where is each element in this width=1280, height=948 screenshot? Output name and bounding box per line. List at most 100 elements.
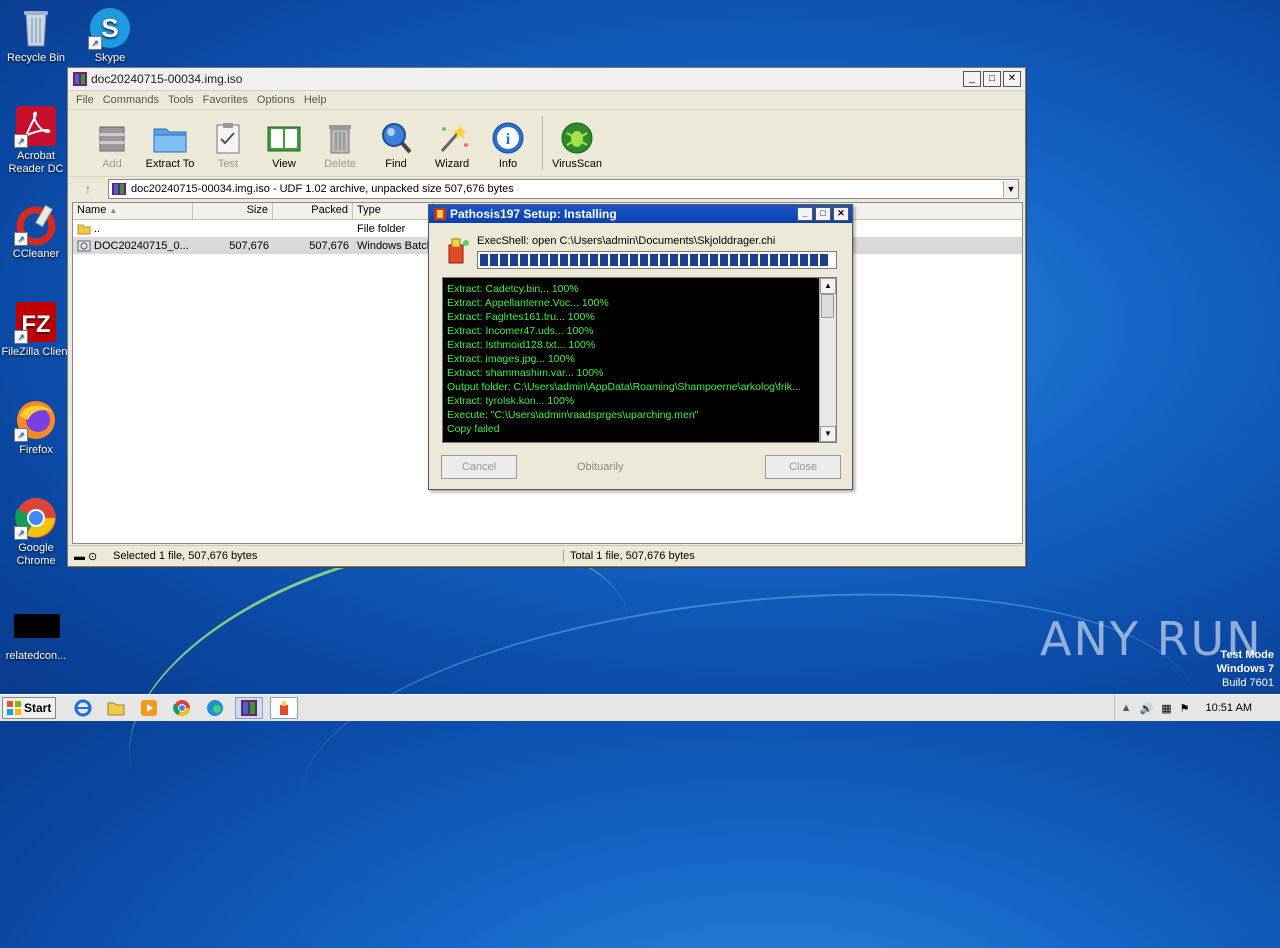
trash-icon xyxy=(322,121,358,155)
desktop-icon-chrome[interactable]: ↗ Google Chrome xyxy=(0,496,72,568)
delete-button[interactable]: Delete xyxy=(312,121,368,170)
column-header-type[interactable]: Type xyxy=(353,203,433,219)
test-clipboard-icon xyxy=(210,121,246,155)
menu-commands[interactable]: Commands xyxy=(103,94,159,106)
cancel-button[interactable]: Cancel xyxy=(441,455,517,479)
chrome-icon: ↗ xyxy=(14,496,58,540)
status-right-text: Total 1 file, 507,676 bytes xyxy=(570,550,695,562)
taskbar-chrome-icon[interactable] xyxy=(169,698,195,718)
menu-favorites[interactable]: Favorites xyxy=(203,94,248,106)
close-button[interactable]: ✕ xyxy=(833,207,849,221)
close-button[interactable]: ✕ xyxy=(1003,71,1021,87)
progress-segment xyxy=(520,254,528,266)
desktop-icon-recycle-bin[interactable]: Recycle Bin xyxy=(0,6,72,65)
start-label: Start xyxy=(24,701,52,715)
progress-segment xyxy=(570,254,578,266)
start-button[interactable]: Start xyxy=(2,697,56,719)
installer-titlebar[interactable]: Pathosis197 Setup: Installing _ □ ✕ xyxy=(429,205,852,223)
toolbar-label: Info xyxy=(498,158,518,170)
exec-status-text: ExecShell: open C:\Users\admin\Documents… xyxy=(477,235,776,247)
progress-segment xyxy=(530,254,538,266)
up-arrow-icon[interactable]: ↑ xyxy=(68,181,108,197)
shortcut-arrow-icon: ↗ xyxy=(88,36,102,50)
test-button[interactable]: Test xyxy=(200,121,256,170)
info-button[interactable]: i Info xyxy=(480,121,536,170)
desktop-icon-acrobat[interactable]: ↗ Acrobat Reader DC xyxy=(0,104,72,176)
path-text: doc20240715-00034.img.iso - UDF 1.02 arc… xyxy=(131,183,514,195)
wizard-button[interactable]: Wizard xyxy=(424,121,480,170)
progress-segment xyxy=(780,254,788,266)
close-dialog-button[interactable]: Close xyxy=(765,455,841,479)
taskbar-edge-icon[interactable] xyxy=(202,698,228,718)
action-center-flag-icon[interactable]: ⚑ xyxy=(1180,702,1190,715)
progress-segment xyxy=(620,254,628,266)
minimize-button[interactable]: _ xyxy=(797,207,813,221)
folder-icon xyxy=(77,224,91,234)
column-header-packed[interactable]: Packed xyxy=(273,203,353,219)
menu-help[interactable]: Help xyxy=(304,94,327,106)
network-icon[interactable]: ▦ xyxy=(1161,702,1171,715)
progress-segment xyxy=(730,254,738,266)
desktop-icon-firefox[interactable]: ↗ Firefox xyxy=(0,398,72,457)
find-button[interactable]: Find xyxy=(368,121,424,170)
view-book-icon xyxy=(266,121,302,155)
progress-segment xyxy=(630,254,638,266)
path-combobox[interactable]: doc20240715-00034.img.iso - UDF 1.02 arc… xyxy=(108,179,1019,199)
volume-icon[interactable]: 🔊 xyxy=(1140,702,1154,715)
progress-segment xyxy=(610,254,618,266)
view-button[interactable]: View xyxy=(256,121,312,170)
menu-file[interactable]: File xyxy=(76,94,94,106)
cell-size: 507,676 xyxy=(229,239,269,252)
winrar-app-icon xyxy=(73,72,87,86)
cell-packed: 507,676 xyxy=(309,239,349,252)
taskbar-ie-icon[interactable] xyxy=(70,698,96,718)
scroll-thumb[interactable] xyxy=(821,294,834,318)
chevron-down-icon[interactable]: ▼ xyxy=(1003,181,1018,197)
virusscan-icon xyxy=(559,121,595,155)
desktop-icon-relatedcon[interactable]: relatedcon... xyxy=(0,614,72,663)
sort-arrow-icon: ▲ xyxy=(109,206,118,215)
menu-options[interactable]: Options xyxy=(257,94,295,106)
log-scrollbar[interactable]: ▲ ▼ xyxy=(819,278,836,442)
wand-icon xyxy=(434,121,470,155)
progress-segment xyxy=(650,254,658,266)
add-button[interactable]: Add xyxy=(84,121,140,170)
log-line: Extract: tyrolsk.kon... 100% xyxy=(447,395,575,407)
taskbar-media-player-icon[interactable] xyxy=(136,698,162,718)
shortcut-arrow-icon: ↗ xyxy=(14,134,28,148)
toolbar-label: Delete xyxy=(324,158,356,170)
taskbar-winrar-icon[interactable] xyxy=(235,697,263,719)
cell-type: Windows Batch xyxy=(357,239,433,252)
minimize-button[interactable]: _ xyxy=(963,71,981,87)
menubar: File Commands Tools Favorites Options He… xyxy=(68,91,1025,109)
maximize-button[interactable]: □ xyxy=(983,71,1001,87)
extract-to-button[interactable]: Extract To xyxy=(140,121,200,170)
maximize-button[interactable]: □ xyxy=(815,207,831,221)
progress-segment xyxy=(670,254,678,266)
desktop-icon-skype[interactable]: S ↗ Skype xyxy=(74,6,146,65)
ccleaner-icon: ↗ xyxy=(14,202,58,246)
installer-app-icon xyxy=(434,208,446,220)
winrar-titlebar[interactable]: doc20240715-00034.img.iso _ □ ✕ xyxy=(68,68,1025,91)
desktop-icon-ccleaner[interactable]: ↗ CCleaner xyxy=(0,202,72,261)
log-line: Copy failed xyxy=(447,423,500,435)
show-hidden-icons-icon[interactable]: ▲ xyxy=(1121,702,1132,714)
install-log[interactable]: Extract: Cadetcy.bin... 100% Extract: App… xyxy=(442,277,837,443)
progress-segment xyxy=(710,254,718,266)
taskbar-installer-icon[interactable] xyxy=(270,697,298,719)
column-header-size[interactable]: Size xyxy=(193,203,273,219)
progress-segment xyxy=(770,254,778,266)
file-name: DOC20240715_0... xyxy=(94,239,189,252)
skype-icon: S ↗ xyxy=(88,6,132,50)
virusscan-button[interactable]: VirusScan xyxy=(549,121,605,170)
progress-segment xyxy=(590,254,598,266)
taskbar-explorer-icon[interactable] xyxy=(103,698,129,718)
clock[interactable]: 10:51 AM xyxy=(1206,702,1252,714)
scroll-up-arrow-icon[interactable]: ▲ xyxy=(820,278,836,294)
desktop-icon-filezilla[interactable]: FZ ↗ FileZilla Client xyxy=(0,300,72,359)
menu-tools[interactable]: Tools xyxy=(168,94,194,106)
column-header-name[interactable]: Name ▲ xyxy=(73,203,193,219)
desktop-icon-label: Recycle Bin xyxy=(6,52,66,64)
scroll-down-arrow-icon[interactable]: ▼ xyxy=(820,426,836,442)
desktop-icon-label: Google Chrome xyxy=(16,542,56,567)
